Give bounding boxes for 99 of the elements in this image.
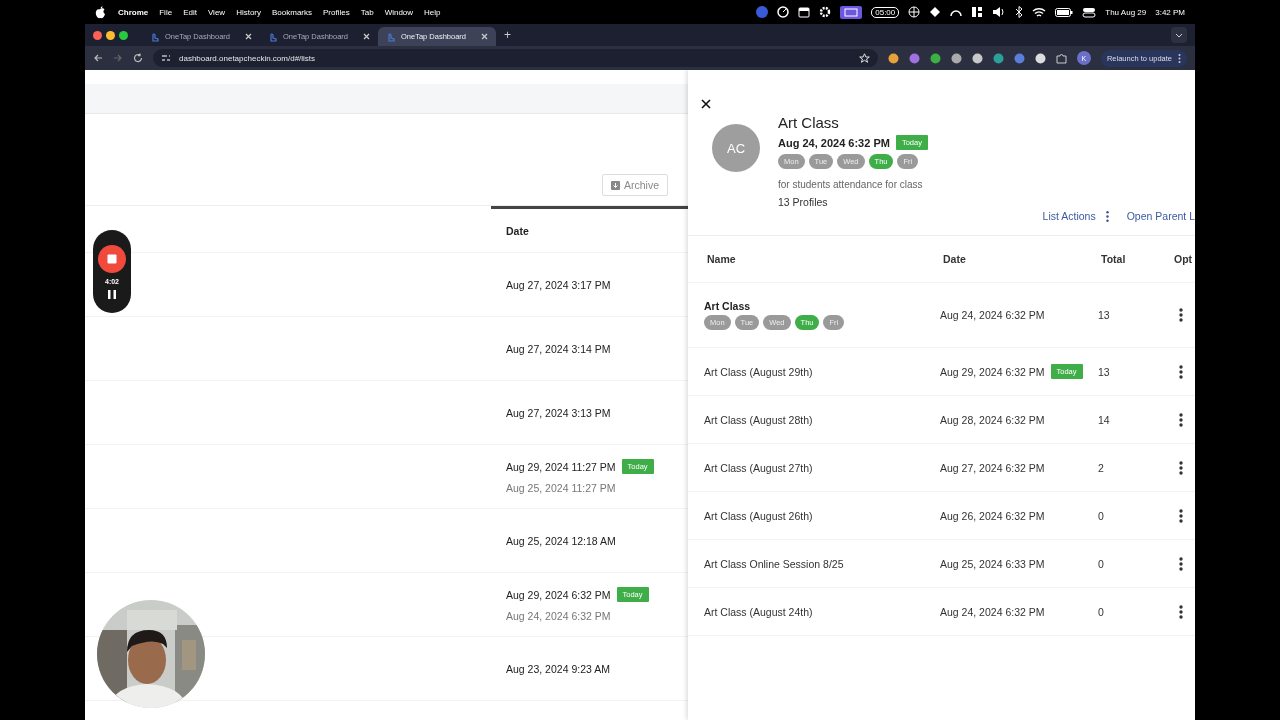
date-text: Aug 24, 2024 6:32 PM [940, 309, 1045, 321]
zoom-window-icon[interactable] [119, 30, 128, 40]
chevron-down-icon[interactable] [1171, 27, 1187, 43]
wifi-icon[interactable] [1032, 6, 1047, 18]
gear-icon[interactable] [819, 6, 832, 18]
date-text: Aug 29, 2024 6:32 PM [940, 365, 1045, 378]
list-name[interactable]: Art Class (August 26th) [704, 509, 940, 522]
date-text: Aug 27, 2024 3:13 PM [506, 406, 611, 419]
menu-item[interactable]: Window [384, 7, 414, 17]
total-count: 2 [1098, 461, 1105, 474]
pause-icon[interactable] [108, 289, 116, 299]
column-header[interactable]: Opt [1174, 253, 1195, 265]
extension-icon[interactable] [950, 52, 962, 64]
stop-button[interactable] [98, 244, 126, 273]
list-name[interactable]: Art Class [704, 300, 940, 312]
total-count: 0 [1098, 509, 1105, 522]
minimize-window-icon[interactable] [106, 30, 115, 40]
total-count: 0 [1098, 557, 1105, 570]
menu-item[interactable]: Edit [183, 7, 197, 17]
menu-item[interactable]: Tab [360, 7, 374, 17]
battery-icon[interactable] [1055, 7, 1074, 17]
list-name[interactable]: Art Class (August 29th) [704, 365, 940, 378]
circle-icon[interactable] [756, 6, 769, 18]
column-header[interactable]: Date [940, 253, 1098, 265]
archive-button[interactable]: Archive [602, 174, 668, 196]
bluetooth-icon[interactable] [1015, 6, 1024, 18]
grid-icon[interactable] [971, 6, 984, 18]
extension-icon[interactable] [929, 52, 941, 64]
kebab-icon[interactable] [1179, 604, 1183, 619]
menu-item[interactable]: View [207, 7, 226, 17]
date-text: Aug 28, 2024 6:32 PM [940, 413, 1045, 426]
diamond-icon[interactable] [929, 6, 942, 18]
menu-item[interactable]: Chrome [118, 7, 149, 17]
calendar-icon[interactable] [798, 6, 811, 18]
total-count: 14 [1098, 413, 1111, 426]
close-window-icon[interactable] [93, 30, 102, 40]
date-text: Aug 25, 2024 12:18 AM [506, 534, 616, 547]
kebab-icon[interactable] [1179, 308, 1183, 322]
date-text: Aug 27, 2024 3:14 PM [506, 342, 611, 355]
star-icon[interactable] [858, 52, 870, 64]
avatar: AC [712, 124, 760, 172]
new-tab-button[interactable]: + [504, 28, 511, 42]
list-name[interactable]: Art Class (August 28th) [704, 413, 940, 426]
menu-item[interactable]: History [236, 7, 261, 17]
total-count: 13 [1098, 365, 1111, 378]
puzzle-icon[interactable] [1055, 52, 1067, 64]
menu-item[interactable]: Help [424, 7, 441, 17]
kebab-icon[interactable] [1179, 364, 1183, 379]
kebab-icon[interactable] [1179, 412, 1183, 427]
date-text: Aug 24, 2024 6:32 PM [778, 136, 890, 149]
menu-date[interactable]: Thu Aug 29 [1105, 7, 1147, 17]
extension-icon[interactable] [992, 52, 1004, 64]
column-header[interactable]: Total [1098, 253, 1174, 265]
timer-display[interactable]: 05:00 [871, 6, 900, 18]
extension-icon[interactable] [971, 52, 983, 64]
close-icon[interactable] [701, 99, 711, 109]
kebab-icon[interactable] [1179, 508, 1183, 523]
kebab-icon[interactable] [1105, 210, 1109, 222]
profile-count: 13 Profiles [778, 196, 829, 208]
back-icon[interactable] [93, 53, 103, 63]
date-text: Aug 27, 2024 6:32 PM [940, 461, 1045, 474]
total-count: 13 [1098, 309, 1111, 321]
extension-icon[interactable] [887, 52, 899, 64]
list-name[interactable]: Art Class (August 24th) [704, 605, 940, 618]
kebab-icon[interactable] [1179, 556, 1183, 571]
address-bar[interactable]: dashboard.onetapcheckin.com/d#/lists [153, 49, 878, 67]
kebab-icon[interactable] [1179, 460, 1183, 475]
menu-time[interactable]: 3:42 PM [1155, 7, 1185, 17]
column-header[interactable]: Name [704, 253, 940, 265]
globe-icon[interactable] [908, 6, 921, 18]
extension-icon[interactable] [1034, 52, 1046, 64]
original-date-text: Aug 24, 2024 6:32 PM [506, 610, 612, 622]
reload-icon[interactable] [133, 53, 143, 63]
list-name[interactable]: Art Class Online Session 8/25 [704, 557, 940, 570]
total-count: 0 [1098, 605, 1105, 618]
date-text: Aug 25, 2024 6:33 PM [940, 557, 1045, 570]
original-date-text: Aug 25, 2024 11:27 PM [506, 482, 617, 494]
open-parent-link[interactable]: Open Parent L [1126, 210, 1195, 222]
description-text: for students attendance for class [778, 179, 924, 190]
date-text: Aug 29, 2024 6:32 PM [506, 588, 611, 601]
date-text: Aug 26, 2024 6:32 PM [940, 509, 1045, 522]
volume-icon[interactable] [992, 6, 1007, 18]
apple-icon[interactable] [95, 5, 106, 19]
gauge-icon[interactable] [777, 6, 790, 18]
date-text: Aug 23, 2024 9:23 AM [506, 662, 610, 675]
list-title: Art Class [778, 114, 840, 131]
date-text: Aug 24, 2024 6:32 PM [940, 605, 1045, 618]
list-name[interactable]: Art Class (August 27th) [704, 461, 940, 474]
menu-item[interactable]: Bookmarks [272, 7, 313, 17]
date-text: Aug 29, 2024 11:27 PM [506, 460, 616, 473]
site-settings-icon[interactable] [161, 53, 171, 63]
kebab-icon [1178, 53, 1181, 63]
archive-icon [611, 180, 620, 190]
menu-item[interactable]: Profiles [323, 7, 350, 17]
date-text: Aug 27, 2024 3:17 PM [506, 278, 611, 291]
screen-record-icon[interactable] [840, 5, 863, 19]
toggle-icon[interactable] [1082, 6, 1097, 18]
menu-item[interactable]: File [159, 7, 173, 17]
list-actions-link[interactable]: List Actions [1042, 210, 1096, 222]
